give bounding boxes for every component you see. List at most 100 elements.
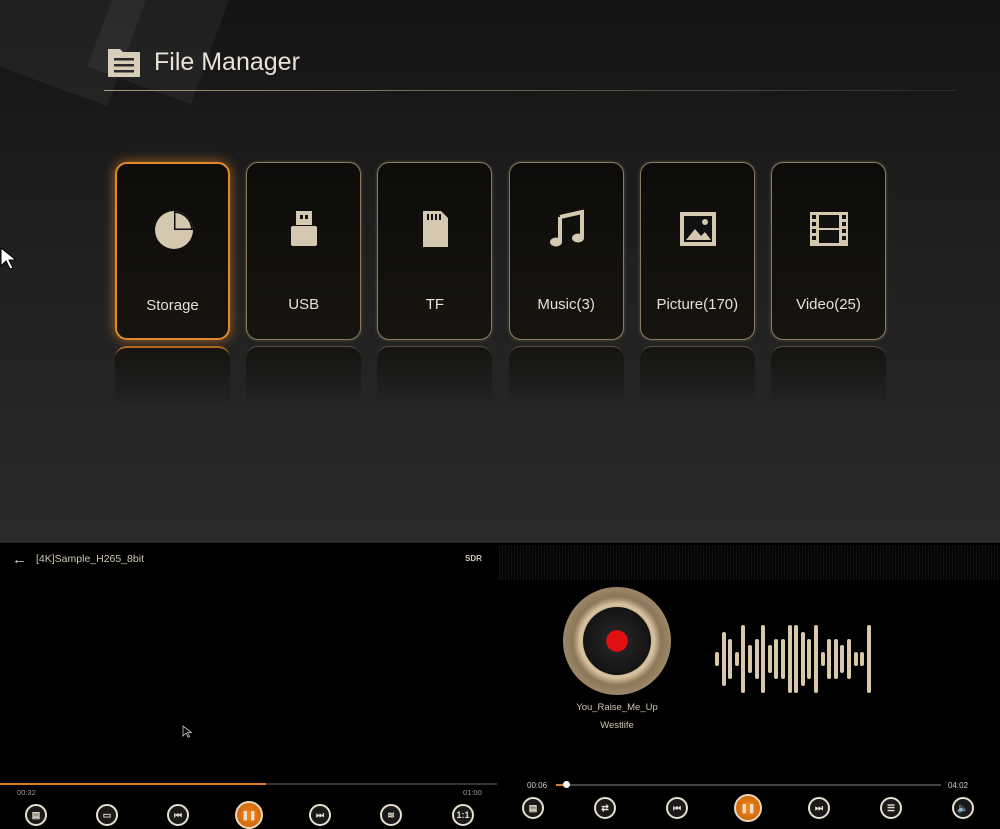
waveform-bar bbox=[807, 638, 812, 680]
card-reflection bbox=[377, 346, 493, 408]
card-reflection bbox=[639, 346, 755, 408]
next-icon: ⏭ bbox=[315, 809, 325, 820]
waveform-bar bbox=[840, 645, 845, 673]
category-label: Music(3) bbox=[537, 296, 595, 313]
category-label: Storage bbox=[146, 297, 199, 314]
waveform-bar bbox=[721, 631, 726, 687]
seek-bar[interactable] bbox=[0, 783, 497, 785]
mouse-cursor-icon bbox=[182, 725, 192, 738]
audio-track-button[interactable]: ≋ bbox=[380, 804, 402, 826]
texture bbox=[499, 545, 1000, 580]
title-text: File Manager bbox=[154, 47, 300, 76]
mouse-cursor-icon bbox=[0, 247, 16, 270]
waveform-bar bbox=[827, 638, 832, 680]
next-button[interactable]: ⏭ bbox=[309, 804, 331, 826]
volume-button[interactable]: 🔈 bbox=[952, 797, 974, 819]
waveform-bar bbox=[728, 638, 733, 680]
page-title: File Manager bbox=[106, 45, 300, 79]
category-card-tf[interactable]: TF bbox=[377, 162, 493, 340]
pause-button[interactable]: ❚❚ bbox=[235, 801, 263, 829]
waveform-bar bbox=[734, 652, 739, 666]
pause-icon: ❚❚ bbox=[740, 802, 756, 813]
category-card-picture[interactable]: Picture(170) bbox=[639, 162, 755, 340]
category-label: USB bbox=[288, 296, 320, 313]
film-icon bbox=[807, 207, 851, 251]
waveform-bar bbox=[767, 645, 772, 673]
elapsed-time: 00:32 bbox=[17, 788, 36, 797]
next-button[interactable]: ⏭ bbox=[808, 797, 830, 819]
ratio-icon: 1:1 bbox=[456, 810, 470, 820]
seek-bar-fill bbox=[0, 783, 266, 785]
waveform-bar bbox=[853, 652, 858, 666]
playlist-button[interactable]: ▤ bbox=[522, 797, 544, 819]
elapsed-time: 00:06 bbox=[527, 781, 548, 790]
previous-icon: ⏮ bbox=[173, 809, 183, 820]
card-reflection bbox=[508, 346, 624, 408]
waveform-bar bbox=[715, 652, 719, 666]
pause-icon: ❚❚ bbox=[241, 809, 257, 820]
equalizer-button[interactable]: ☰ bbox=[880, 797, 902, 819]
playlist-icon: ▤ bbox=[528, 802, 538, 813]
usb-icon bbox=[282, 207, 326, 251]
category-card-video[interactable]: Video(25) bbox=[771, 162, 886, 340]
song-title: You_Raise_Me_Up bbox=[576, 702, 658, 713]
waveform-bar bbox=[741, 625, 746, 693]
seek-knob[interactable] bbox=[562, 781, 570, 788]
repeat-icon: ⇄ bbox=[601, 802, 609, 813]
audio-track-icon: ≋ bbox=[387, 809, 395, 820]
category-label: Video(25) bbox=[796, 296, 861, 313]
waveform-bar bbox=[847, 638, 851, 680]
sdr-badge: SDR bbox=[465, 554, 482, 563]
waveform-bar bbox=[761, 625, 766, 693]
waveform-bar bbox=[794, 625, 799, 693]
playlist-button[interactable]: ▤ bbox=[25, 804, 47, 826]
previous-button[interactable]: ⏮ bbox=[167, 804, 189, 826]
previous-button[interactable]: ⏮ bbox=[666, 797, 688, 819]
equalizer-icon: ☰ bbox=[886, 802, 896, 813]
waveform-bar bbox=[781, 638, 785, 680]
category-card-usb[interactable]: USB bbox=[246, 162, 362, 340]
next-icon: ⏭ bbox=[814, 802, 824, 813]
card-reflection bbox=[115, 346, 230, 408]
subtitle-button[interactable]: ▭ bbox=[96, 804, 118, 826]
pie-chart-icon bbox=[152, 208, 196, 252]
waveform-bar bbox=[833, 638, 838, 680]
music-player[interactable]: You_Raise_Me_Up Westlife 00:06 04:02 ▤ ⇄ ⏮… bbox=[499, 545, 1000, 826]
folder-icon bbox=[108, 49, 140, 77]
card-reflection bbox=[771, 346, 886, 408]
volume-icon: 🔈 bbox=[957, 802, 969, 813]
divider bbox=[104, 90, 956, 91]
category-label: Picture(170) bbox=[656, 296, 739, 313]
video-player[interactable]: ← [4K]Sample_H265_8bit SDR 00:32 01:00 ▤… bbox=[0, 545, 497, 829]
category-label: TF bbox=[425, 296, 445, 313]
waveform-bar bbox=[800, 631, 805, 687]
video-title: [4K]Sample_H265_8bit bbox=[36, 553, 144, 565]
back-arrow-icon[interactable]: ← bbox=[12, 551, 27, 568]
playlist-icon: ▤ bbox=[31, 809, 41, 820]
vinyl-disc-icon bbox=[563, 587, 671, 695]
previous-icon: ⏮ bbox=[672, 802, 682, 813]
repeat-button[interactable]: ⇄ bbox=[594, 797, 616, 819]
picture-icon bbox=[676, 207, 720, 251]
waveform-bar bbox=[774, 638, 779, 680]
file-manager-screen: File Manager Storage USB TF Music(3) Picture… bbox=[0, 0, 1000, 543]
seek-bar[interactable] bbox=[556, 781, 941, 788]
artist-name: Westlife bbox=[600, 720, 634, 731]
pause-button[interactable]: ❚❚ bbox=[734, 794, 762, 822]
waveform-bar bbox=[820, 652, 825, 666]
waveform-bar bbox=[814, 625, 818, 693]
waveform-bar bbox=[866, 625, 871, 693]
ratio-button[interactable]: 1:1 bbox=[452, 804, 474, 826]
sd-card-icon bbox=[413, 207, 457, 251]
waveform-bar bbox=[748, 645, 752, 673]
card-reflection bbox=[246, 346, 362, 408]
music-note-icon bbox=[545, 207, 589, 251]
subtitle-icon: ▭ bbox=[102, 809, 112, 820]
waveform-bar bbox=[754, 638, 759, 680]
waveform-bar bbox=[787, 625, 792, 693]
category-card-storage[interactable]: Storage bbox=[115, 162, 230, 340]
waveform-bar bbox=[860, 652, 865, 666]
duration-time: 04:02 bbox=[948, 781, 969, 790]
category-card-music[interactable]: Music(3) bbox=[508, 162, 624, 340]
duration-time: 01:00 bbox=[463, 788, 482, 797]
